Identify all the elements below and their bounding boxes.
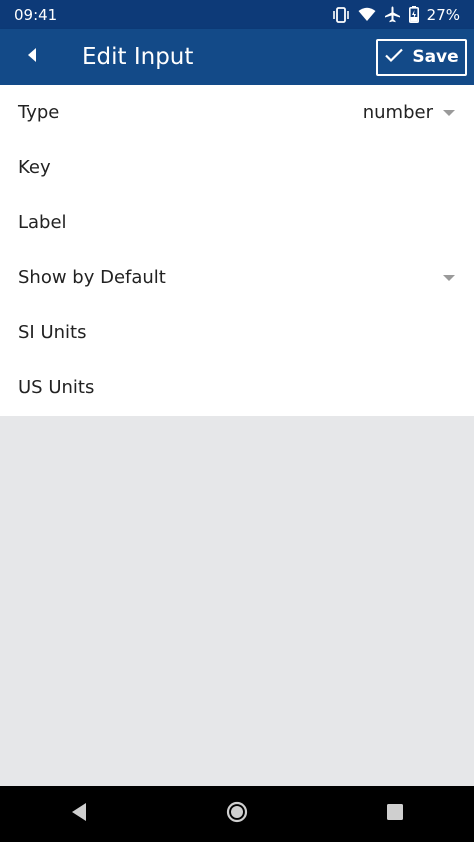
- status-icons: 27%: [332, 6, 460, 24]
- battery-percent: 27%: [426, 5, 460, 24]
- save-button[interactable]: Save: [376, 38, 467, 76]
- nav-back-icon: [70, 802, 88, 826]
- type-value: number: [362, 102, 433, 123]
- si-units-field[interactable]: SI Units: [0, 305, 474, 360]
- type-dropdown[interactable]: number: [363, 102, 455, 123]
- status-bar: 09:41 27%: [0, 0, 474, 29]
- page-title: Edit Input: [82, 44, 194, 70]
- label-field[interactable]: Label: [0, 195, 474, 250]
- vibrate-icon: [332, 6, 350, 23]
- dropdown-caret-icon: [443, 274, 455, 281]
- back-button[interactable]: [0, 29, 64, 85]
- edit-input-form: Type number Key Label Show by Default SI…: [0, 85, 474, 416]
- us-units-label: US Units: [18, 377, 95, 398]
- show-by-default-label: Show by Default: [18, 267, 166, 288]
- si-units-label: SI Units: [18, 322, 87, 343]
- system-nav-bar: [0, 786, 474, 842]
- show-by-default-dropdown[interactable]: [443, 274, 455, 281]
- key-field[interactable]: Key: [0, 140, 474, 195]
- show-by-default-field[interactable]: Show by Default: [0, 250, 474, 305]
- app-bar: Edit Input Save: [0, 29, 474, 85]
- nav-recents-button[interactable]: [365, 786, 425, 842]
- airplane-icon: [384, 6, 401, 23]
- status-time: 09:41: [14, 5, 58, 24]
- back-arrow-icon: [26, 47, 38, 67]
- battery-charging-icon: [408, 6, 419, 23]
- nav-home-icon: [226, 801, 248, 827]
- type-label: Type: [18, 102, 60, 123]
- save-label: Save: [412, 47, 459, 67]
- wifi-icon: [358, 7, 376, 22]
- us-units-field[interactable]: US Units: [0, 360, 474, 415]
- nav-home-button[interactable]: [207, 786, 267, 842]
- key-label: Key: [18, 157, 51, 178]
- type-field[interactable]: Type number: [0, 85, 474, 140]
- label-label: Label: [18, 212, 67, 233]
- check-icon: [384, 47, 404, 68]
- nav-back-button[interactable]: [49, 786, 109, 842]
- dropdown-caret-icon: [443, 109, 455, 116]
- nav-recents-icon: [386, 803, 404, 825]
